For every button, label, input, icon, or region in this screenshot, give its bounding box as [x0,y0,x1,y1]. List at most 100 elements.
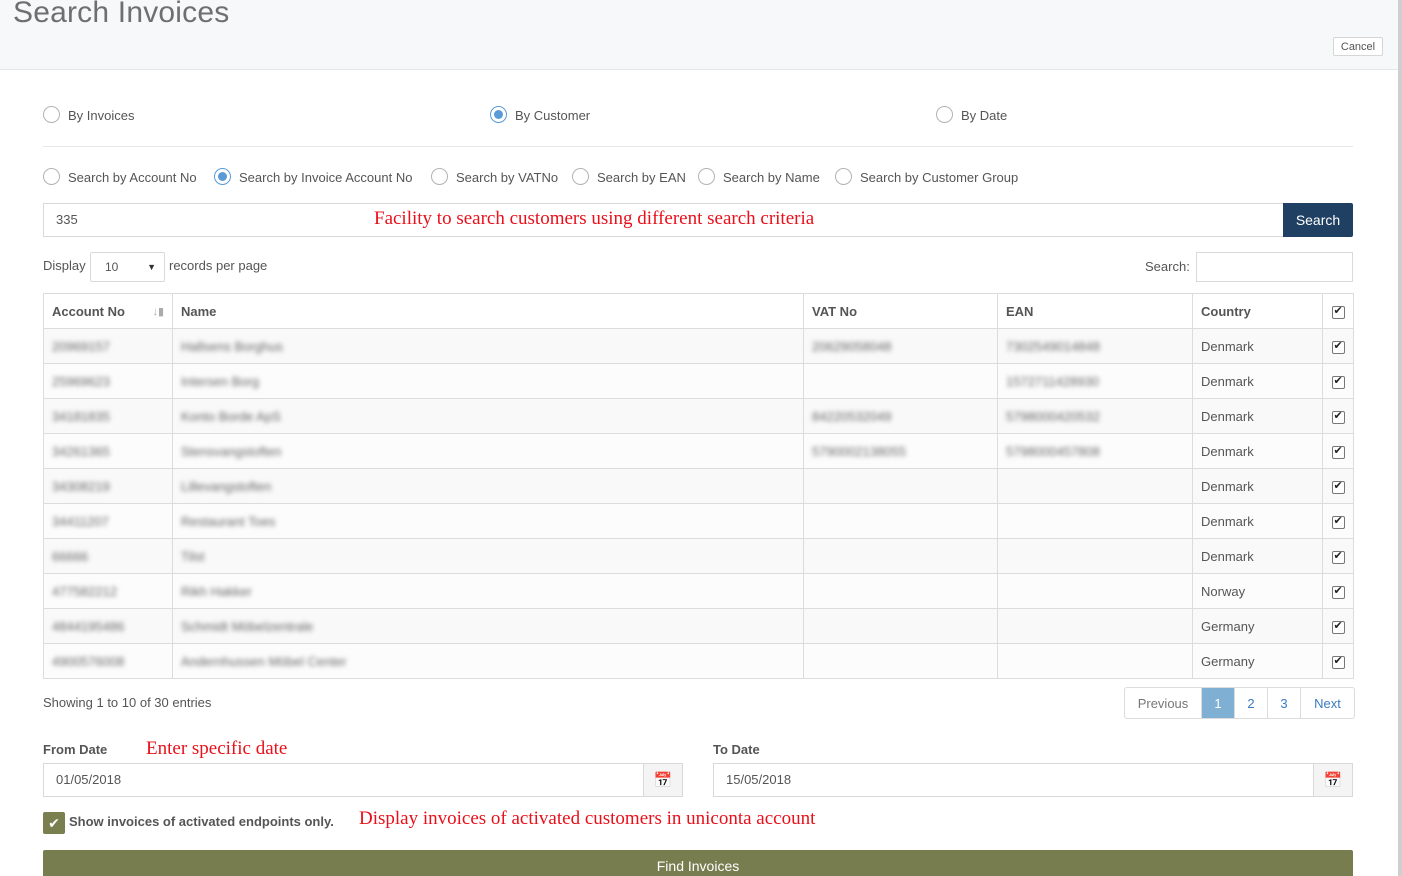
page-size-select[interactable]: 10 ▼ [90,252,165,282]
cell-account-no-text: 477582212 [52,583,118,599]
table-row[interactable]: 34181835 Konto Borde ApS 84220532049 579800… [43,398,1354,434]
cell-account-no: 66666 [43,538,173,574]
page-button-1[interactable]: 1 [1202,688,1235,718]
find-invoices-button[interactable]: Find Invoices [43,850,1353,876]
column-header-vat-no[interactable]: VAT No [803,293,998,329]
row-checkbox[interactable] [1331,584,1345,599]
radio-search-customer-group[interactable] [835,168,852,185]
page-button-2[interactable]: 2 [1235,688,1268,718]
radio-search-vatno[interactable] [431,168,448,185]
cell-account-no: 34181835 [43,398,173,434]
radio-search-invoice-account-no[interactable] [214,168,231,185]
cell-vat-no [803,363,998,399]
cell-account-no-text: 20969157 [52,338,110,354]
cell-name-text: Tilst [181,548,205,564]
cell-vat-no-text: 20629058048 [812,338,892,354]
radio-search-account-no[interactable] [43,168,60,185]
cell-country-text: Denmark [1201,513,1254,529]
row-checkbox[interactable] [1331,374,1345,389]
table-row[interactable]: 477582212 Rikh Hakker Norway [43,573,1354,609]
page-title: Search Invoices [13,0,230,29]
cell-select [1322,433,1354,469]
radio-search-ean[interactable] [572,168,589,185]
cancel-button[interactable]: Cancel [1333,37,1383,56]
cell-name-text: Schmidt Möbelzentrale [181,618,314,634]
cell-ean [997,643,1193,679]
to-date-input[interactable]: 15/05/2018 [713,763,1314,797]
activated-endpoints-checkbox[interactable]: ✔ [43,812,65,834]
row-checkbox[interactable] [1331,514,1345,529]
row-checkbox[interactable] [1331,479,1345,494]
row-checkbox[interactable] [1331,654,1345,669]
cell-name: Intersen Borg [172,363,804,399]
cell-country: Denmark [1192,503,1323,539]
cell-vat-no-text: 84220532049 [812,408,892,424]
table-row[interactable]: 34261365 Stensvangstoften 5790002138055 579… [43,433,1354,469]
cell-name-text: Stensvangstoften [181,443,282,459]
column-header-account-no[interactable]: Account No ↓▮ [43,293,173,329]
row-checkbox[interactable] [1331,549,1345,564]
customer-table: Account No ↓▮ Name VAT No EAN Country 209… [43,293,1354,679]
radio-search-account-no-label: Search by Account No [68,170,197,185]
cell-ean [997,573,1193,609]
table-row[interactable]: 34308219 Lillevangstoften Denmark [43,468,1354,504]
radio-by-date[interactable] [936,106,953,123]
table-row[interactable]: 34411207 Restaurant Toes Denmark [43,503,1354,539]
cell-country: Denmark [1192,433,1323,469]
scrollbar[interactable] [1398,0,1402,876]
activated-endpoints-label: Show invoices of activated endpoints onl… [69,814,334,829]
cell-country: Denmark [1192,538,1323,574]
cell-account-no-text: 34411207 [52,513,109,529]
radio-by-date-label: By Date [961,108,1008,123]
row-checkbox[interactable] [1331,339,1345,354]
column-header-ean[interactable]: EAN [997,293,1193,329]
cell-ean-text: 5798000420532 [1006,408,1100,424]
row-checkbox[interactable] [1331,619,1345,634]
to-date-label: To Date [713,742,760,757]
sort-icon[interactable]: ↓▮ [152,305,164,318]
cell-select [1322,573,1354,609]
from-date-input[interactable]: 01/05/2018 [43,763,644,797]
column-header-country[interactable]: Country [1192,293,1323,329]
cell-account-no-text: 4844195486 [52,618,125,634]
search-button[interactable]: Search [1283,203,1353,237]
page-button-3[interactable]: 3 [1268,688,1301,718]
table-row[interactable]: 4900576008 Andernhussen Möbel Center Germa… [43,643,1354,679]
table-row[interactable]: 4844195486 Schmidt Möbelzentrale Germany [43,608,1354,644]
cell-vat-no: 5790002138055 [803,433,998,469]
column-header-label: Account No [52,303,125,319]
cell-name: Restaurant Toes [172,503,804,539]
row-checkbox[interactable] [1331,409,1345,424]
radio-by-customer[interactable] [490,106,507,123]
cell-ean [997,468,1193,504]
cell-name: Hallsens Borghus [172,328,804,364]
column-header-name[interactable]: Name [172,293,804,329]
table-row[interactable]: 25969623 Intersen Borg 1572711428930 Denmar… [43,363,1354,399]
cell-ean [997,538,1193,574]
cell-country-text: Germany [1201,653,1255,669]
annotation-activated-note: Display invoices of activated customers … [359,808,816,829]
pagination: Previous 1 2 3 Next [1124,687,1355,719]
cell-name: Schmidt Möbelzentrale [172,608,804,644]
cell-country-text: Germany [1201,618,1255,634]
table-row[interactable]: 20969157 Hallsens Borghus 20629058048 73025… [43,328,1354,364]
cell-vat-no-text: 5790002138055 [812,443,906,459]
previous-page-button[interactable]: Previous [1125,688,1202,718]
radio-search-name[interactable] [698,168,715,185]
table-header-row: Account No ↓▮ Name VAT No EAN Country [43,293,1354,329]
cell-country-text: Denmark [1201,478,1254,494]
next-page-button[interactable]: Next [1301,688,1354,718]
cell-country-text: Denmark [1201,338,1254,354]
table-filter-input[interactable] [1196,252,1353,282]
row-checkbox[interactable] [1331,444,1345,459]
calendar-icon[interactable]: 📅 [643,763,683,797]
cell-vat-no [803,503,998,539]
select-all-checkbox[interactable] [1331,304,1345,319]
cell-account-no-text: 66666 [52,548,89,564]
cell-name: Konto Borde ApS [172,398,804,434]
calendar-icon[interactable]: 📅 [1313,763,1353,797]
annotation-search-note: Facility to search customers using diffe… [374,208,815,229]
table-row[interactable]: 66666 Tilst Denmark [43,538,1354,574]
radio-by-invoices[interactable] [43,106,60,123]
cell-name: Lillevangstoften [172,468,804,504]
